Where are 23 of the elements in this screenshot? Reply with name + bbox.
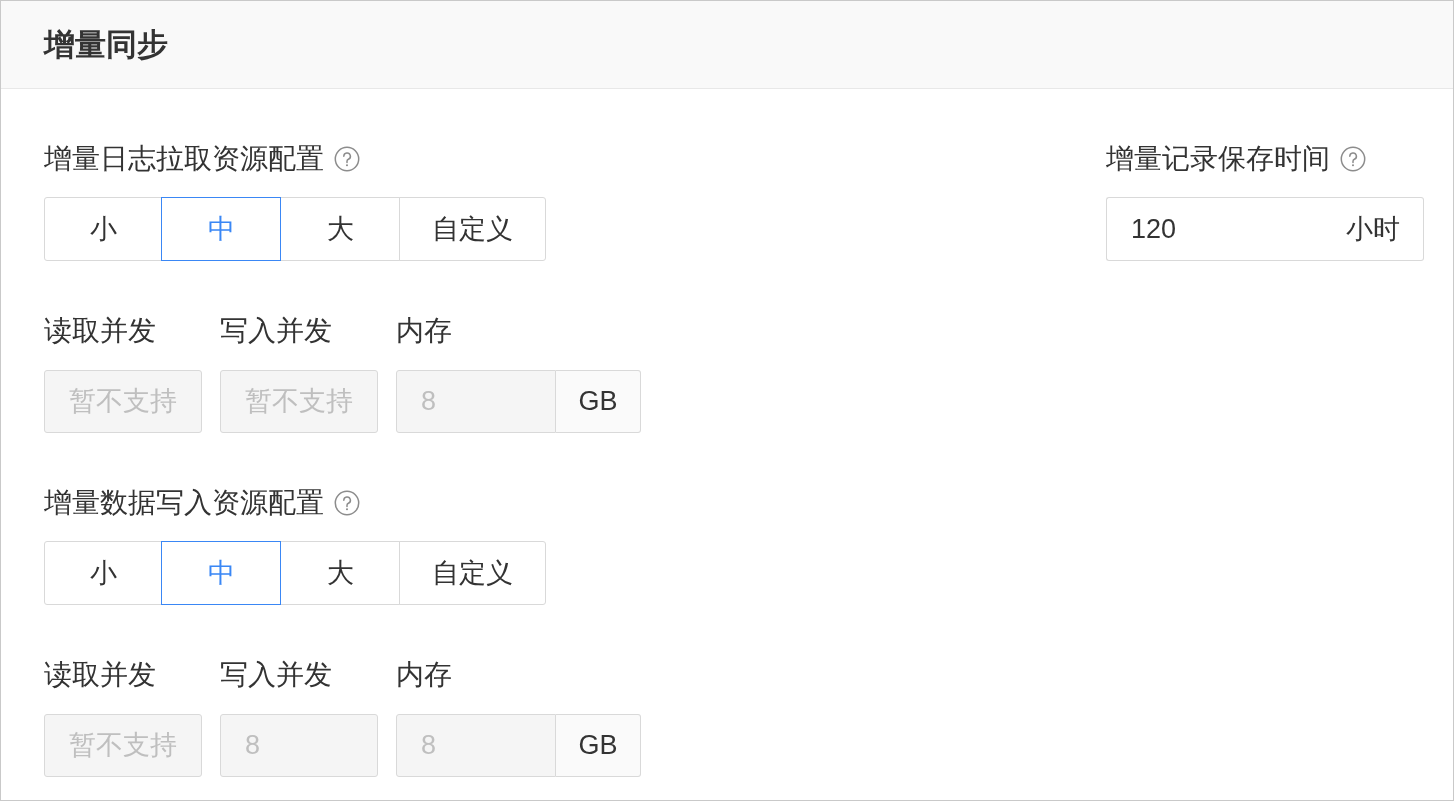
field-label: 增量记录保存时间: [1106, 142, 1330, 176]
field-label: 内存: [396, 658, 453, 692]
help-icon[interactable]: [334, 146, 360, 172]
field-label: 内存: [396, 314, 453, 348]
size-option[interactable]: 中: [161, 197, 281, 261]
field-label: 读取并发: [44, 658, 157, 692]
field-label: 增量数据写入资源配置: [44, 486, 324, 520]
help-icon[interactable]: [334, 490, 360, 516]
unit-addon: GB: [556, 370, 641, 433]
field-label: 读取并发: [44, 314, 157, 348]
field-label: 写入并发: [220, 658, 333, 692]
unit-addon: GB: [556, 714, 641, 777]
size-option[interactable]: 大: [280, 197, 400, 261]
section-title: 增量同步: [44, 25, 168, 64]
size-option[interactable]: 小: [44, 197, 162, 261]
size-option[interactable]: 自定义: [399, 541, 546, 605]
size-option[interactable]: 大: [280, 541, 400, 605]
help-icon[interactable]: [1340, 146, 1366, 172]
field-label: 写入并发: [220, 314, 333, 348]
size-option[interactable]: 中: [161, 541, 281, 605]
size-option[interactable]: 小: [44, 541, 162, 605]
size-option[interactable]: 自定义: [399, 197, 546, 261]
field-label: 增量日志拉取资源配置: [44, 142, 324, 176]
